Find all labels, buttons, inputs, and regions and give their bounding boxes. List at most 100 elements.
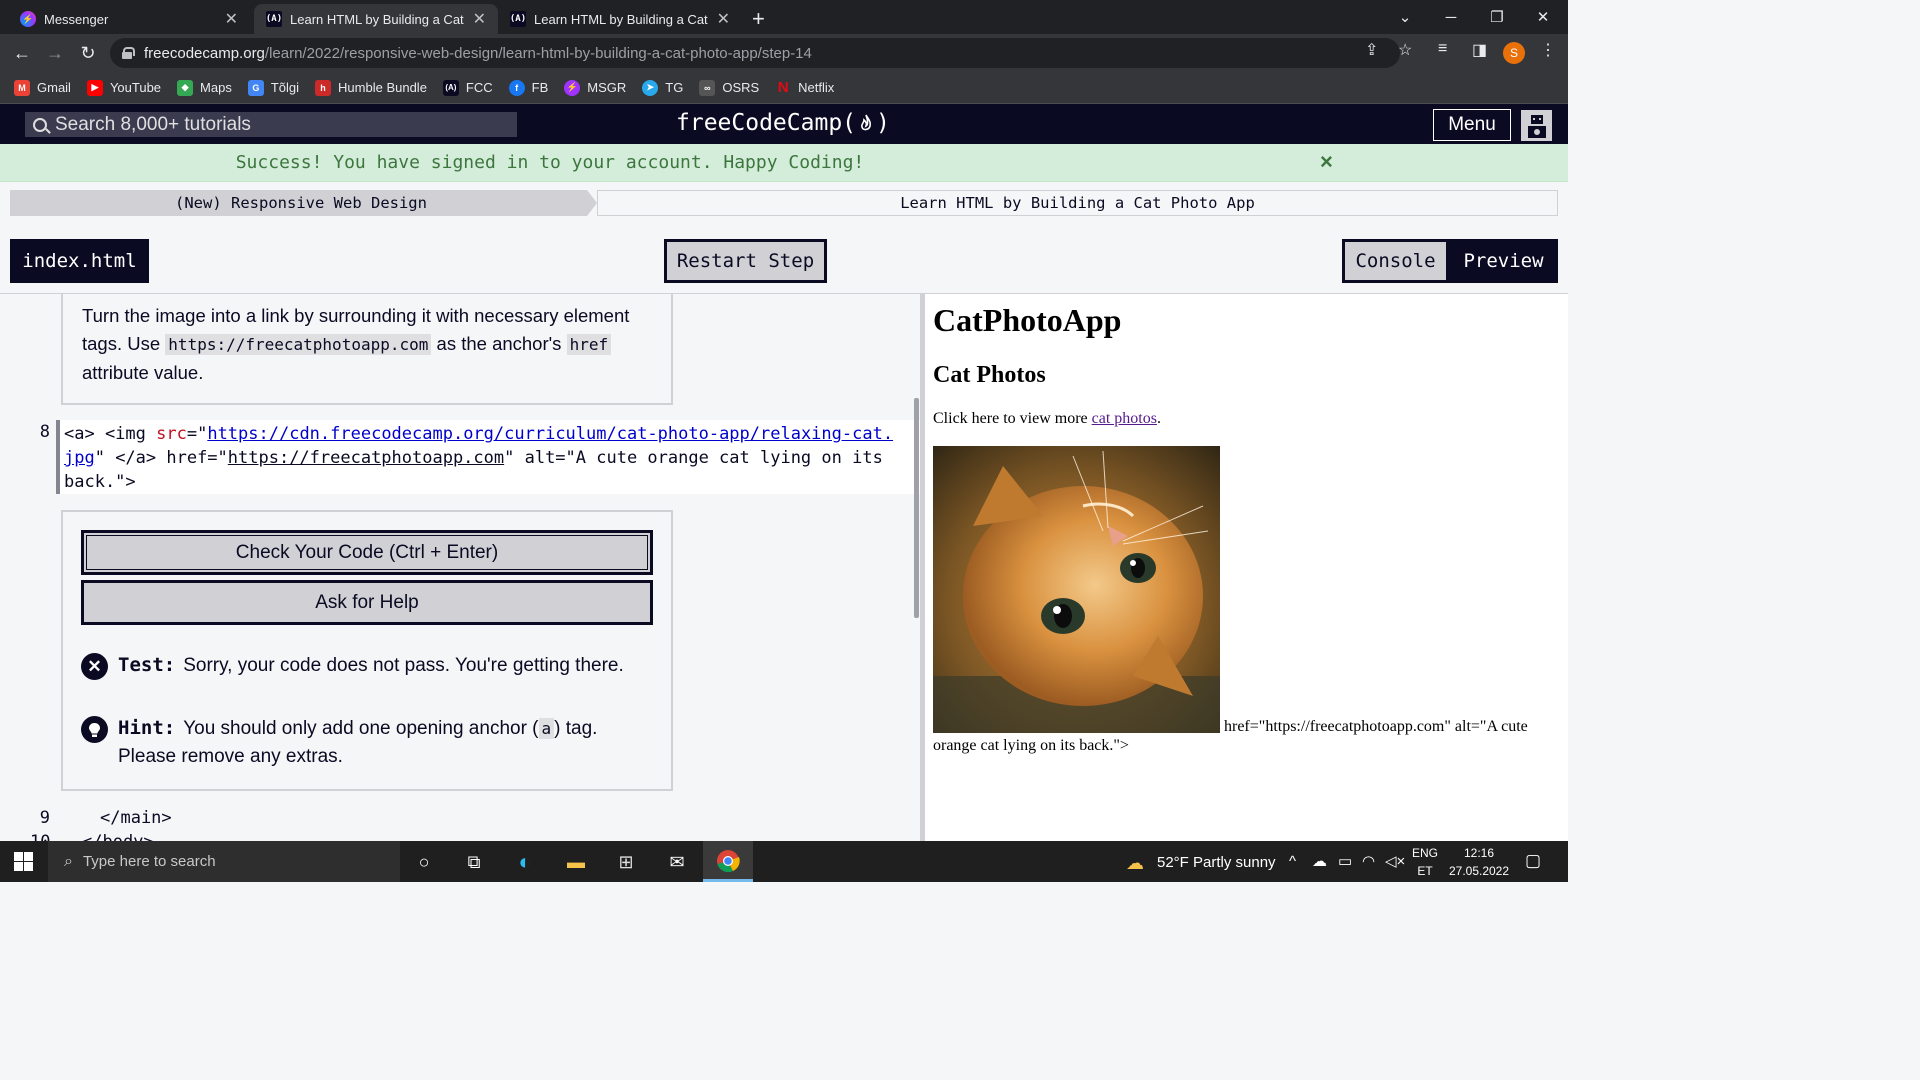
file-tab-index-html[interactable]: index.html xyxy=(10,239,149,283)
cat-photo-image[interactable] xyxy=(933,446,1220,733)
cat-photo xyxy=(933,446,1220,733)
tray-overflow-icon[interactable]: ^ xyxy=(1289,853,1296,870)
bookmark-fb[interactable]: f FB xyxy=(508,79,549,96)
line-number: 8 xyxy=(39,422,50,442)
tab-messenger[interactable]: ⚡ Messenger ✕ xyxy=(8,4,250,34)
menu-button[interactable]: Menu xyxy=(1433,109,1511,141)
preview-button[interactable]: Preview xyxy=(1449,239,1558,283)
user-avatar[interactable] xyxy=(1521,110,1552,141)
close-icon[interactable]: ✕ xyxy=(225,9,238,29)
battery-icon[interactable]: ▭ xyxy=(1338,852,1352,870)
bookmark-humble-bundle[interactable]: h Humble Bundle xyxy=(315,79,427,96)
onedrive-icon[interactable]: ☁ xyxy=(1312,852,1327,870)
weather-text[interactable]: 52°F Partly sunny xyxy=(1157,854,1276,871)
bookmark-label: Tõlgi xyxy=(270,80,300,95)
code-token-url[interactable]: https://freecatphotoapp.com xyxy=(228,448,504,468)
editable-code-line[interactable]: <a> <img src="https://cdn.freecodecamp.o… xyxy=(56,420,920,494)
fcc-icon: (A) xyxy=(442,79,459,96)
bookmark-label: FB xyxy=(531,80,549,95)
bookmark-label: OSRS xyxy=(722,80,760,95)
language-code[interactable]: ENG xyxy=(1410,846,1440,860)
reading-list-icon[interactable]: ≡ xyxy=(1438,40,1447,58)
reload-icon[interactable]: ↻ xyxy=(77,42,99,64)
tab-fcc-active[interactable]: (A) Learn HTML by Building a Cat Ph ✕ xyxy=(254,4,498,34)
taskbar-search-input[interactable]: ⌕ Type here to search xyxy=(48,841,400,882)
telegram-icon: ➤ xyxy=(642,79,659,96)
bookmark-label: Maps xyxy=(200,80,232,95)
new-tab-button[interactable]: + xyxy=(752,6,765,32)
bookmark-maps[interactable]: ◆ Maps xyxy=(177,79,232,96)
keyboard-layout[interactable]: ET xyxy=(1410,864,1440,878)
code-line-body-close[interactable]: </body> xyxy=(82,832,154,841)
close-icon[interactable]: × xyxy=(1320,149,1333,175)
bookmark-star-icon[interactable]: ☆ xyxy=(1398,40,1412,60)
cortana-icon[interactable]: ○ xyxy=(411,849,437,875)
weather-icon: ☁ xyxy=(1126,853,1144,873)
maps-icon: ◆ xyxy=(177,79,194,96)
logo-paren-open: ( xyxy=(842,110,857,136)
breadcrumb-superblock[interactable]: (New) Responsive Web Design xyxy=(10,190,587,216)
line-number: 9 xyxy=(39,808,50,828)
clock-date[interactable]: 27.05.2022 xyxy=(1446,864,1512,878)
cat-photos-link[interactable]: cat photos xyxy=(1092,410,1157,427)
code-token: " </a> href=" xyxy=(94,448,228,468)
profile-avatar[interactable]: S xyxy=(1503,42,1525,64)
messenger-icon: ⚡ xyxy=(564,79,581,96)
close-icon[interactable]: ✕ xyxy=(473,9,486,29)
forward-icon[interactable]: → xyxy=(44,42,66,64)
search-icon: ⌕ xyxy=(64,852,73,870)
notifications-icon[interactable]: ▢ xyxy=(1525,851,1541,871)
bookmark-tg[interactable]: ➤ TG xyxy=(642,79,683,96)
console-button[interactable]: Console xyxy=(1342,239,1449,283)
fcc-navbar: Search 8,000+ tutorials freeCodeCamp ( )… xyxy=(0,104,1568,144)
code-editor-pane[interactable]: Turn the image into a link by surroundin… xyxy=(0,294,920,841)
check-code-button[interactable]: Check Your Code (Ctrl + Enter) xyxy=(81,530,653,575)
clock-time[interactable]: 12:16 xyxy=(1446,846,1512,860)
bookmark-osrs[interactable]: ∞ OSRS xyxy=(699,79,760,96)
preview-stray-text: orange cat lying on its back."> xyxy=(933,737,1129,754)
description-text: Turn the image into a link by surroundin… xyxy=(82,302,642,387)
chrome-taskbar-button[interactable] xyxy=(703,841,753,882)
fcc-logo[interactable]: freeCodeCamp ( ) xyxy=(676,110,890,136)
bookmark-youtube[interactable]: ▶ YouTube xyxy=(86,79,162,96)
mail-icon[interactable]: ✉ xyxy=(664,849,690,875)
ask-for-help-button[interactable]: Ask for Help xyxy=(81,580,653,625)
restore-icon[interactable]: ❐ xyxy=(1474,0,1520,34)
minimize-icon[interactable]: ─ xyxy=(1428,0,1474,34)
tutorial-search-input[interactable]: Search 8,000+ tutorials xyxy=(25,112,517,137)
tab-search-icon[interactable]: ⌄ xyxy=(1382,0,1428,34)
bookmark-msgr[interactable]: ⚡ MSGR xyxy=(564,79,627,96)
bookmark-netflix[interactable]: N Netflix xyxy=(775,79,835,96)
edge-icon[interactable]: ◐ xyxy=(512,849,538,875)
restart-step-button[interactable]: Restart Step xyxy=(664,239,827,283)
tab-label: Learn HTML by Building a Cat Ph xyxy=(290,11,465,27)
close-icon[interactable]: ✕ xyxy=(717,9,730,29)
bookmark-label: MSGR xyxy=(587,80,627,95)
editor-scrollbar[interactable] xyxy=(914,398,919,618)
task-view-icon[interactable]: ⧉ xyxy=(461,849,487,875)
test-text: Sorry, your code does not pass. You're g… xyxy=(183,655,624,676)
back-icon[interactable]: ← xyxy=(11,42,33,64)
code-text[interactable]: <a> <img src="https://cdn.freecodecamp.o… xyxy=(64,422,894,494)
bookmark-label: YouTube xyxy=(109,80,162,95)
bookmark-translate[interactable]: G Tõlgi xyxy=(247,79,300,96)
osrs-icon: ∞ xyxy=(699,79,716,96)
volume-muted-icon[interactable]: ◁× xyxy=(1385,852,1405,870)
humble-bundle-icon: h xyxy=(315,79,332,96)
translate-icon: G xyxy=(247,79,264,96)
breadcrumb-block[interactable]: Learn HTML by Building a Cat Photo App xyxy=(597,190,1558,216)
code-line-main-close[interactable]: </main> xyxy=(100,808,172,828)
bookmark-gmail[interactable]: M Gmail xyxy=(14,79,71,96)
flash-message: Success! You have signed in to your acco… xyxy=(0,144,1568,182)
address-bar[interactable]: freecodecamp.org /learn/2022/responsive-… xyxy=(110,38,1400,68)
bookmark-fcc[interactable]: (A) FCC xyxy=(442,79,493,96)
close-window-icon[interactable]: ✕ xyxy=(1520,0,1566,34)
kebab-menu-icon[interactable]: ⋮ xyxy=(1540,40,1556,60)
store-icon[interactable]: ⊞ xyxy=(613,849,639,875)
tab-fcc[interactable]: (A) Learn HTML by Building a Cat Ph ✕ xyxy=(498,4,742,34)
side-panel-icon[interactable]: ◨ xyxy=(1472,40,1487,60)
windows-start-icon[interactable] xyxy=(14,852,33,871)
wifi-icon[interactable]: ◠ xyxy=(1362,852,1375,870)
share-icon[interactable]: ⇪ xyxy=(1365,40,1378,60)
file-explorer-icon[interactable]: ▬ xyxy=(563,849,589,875)
